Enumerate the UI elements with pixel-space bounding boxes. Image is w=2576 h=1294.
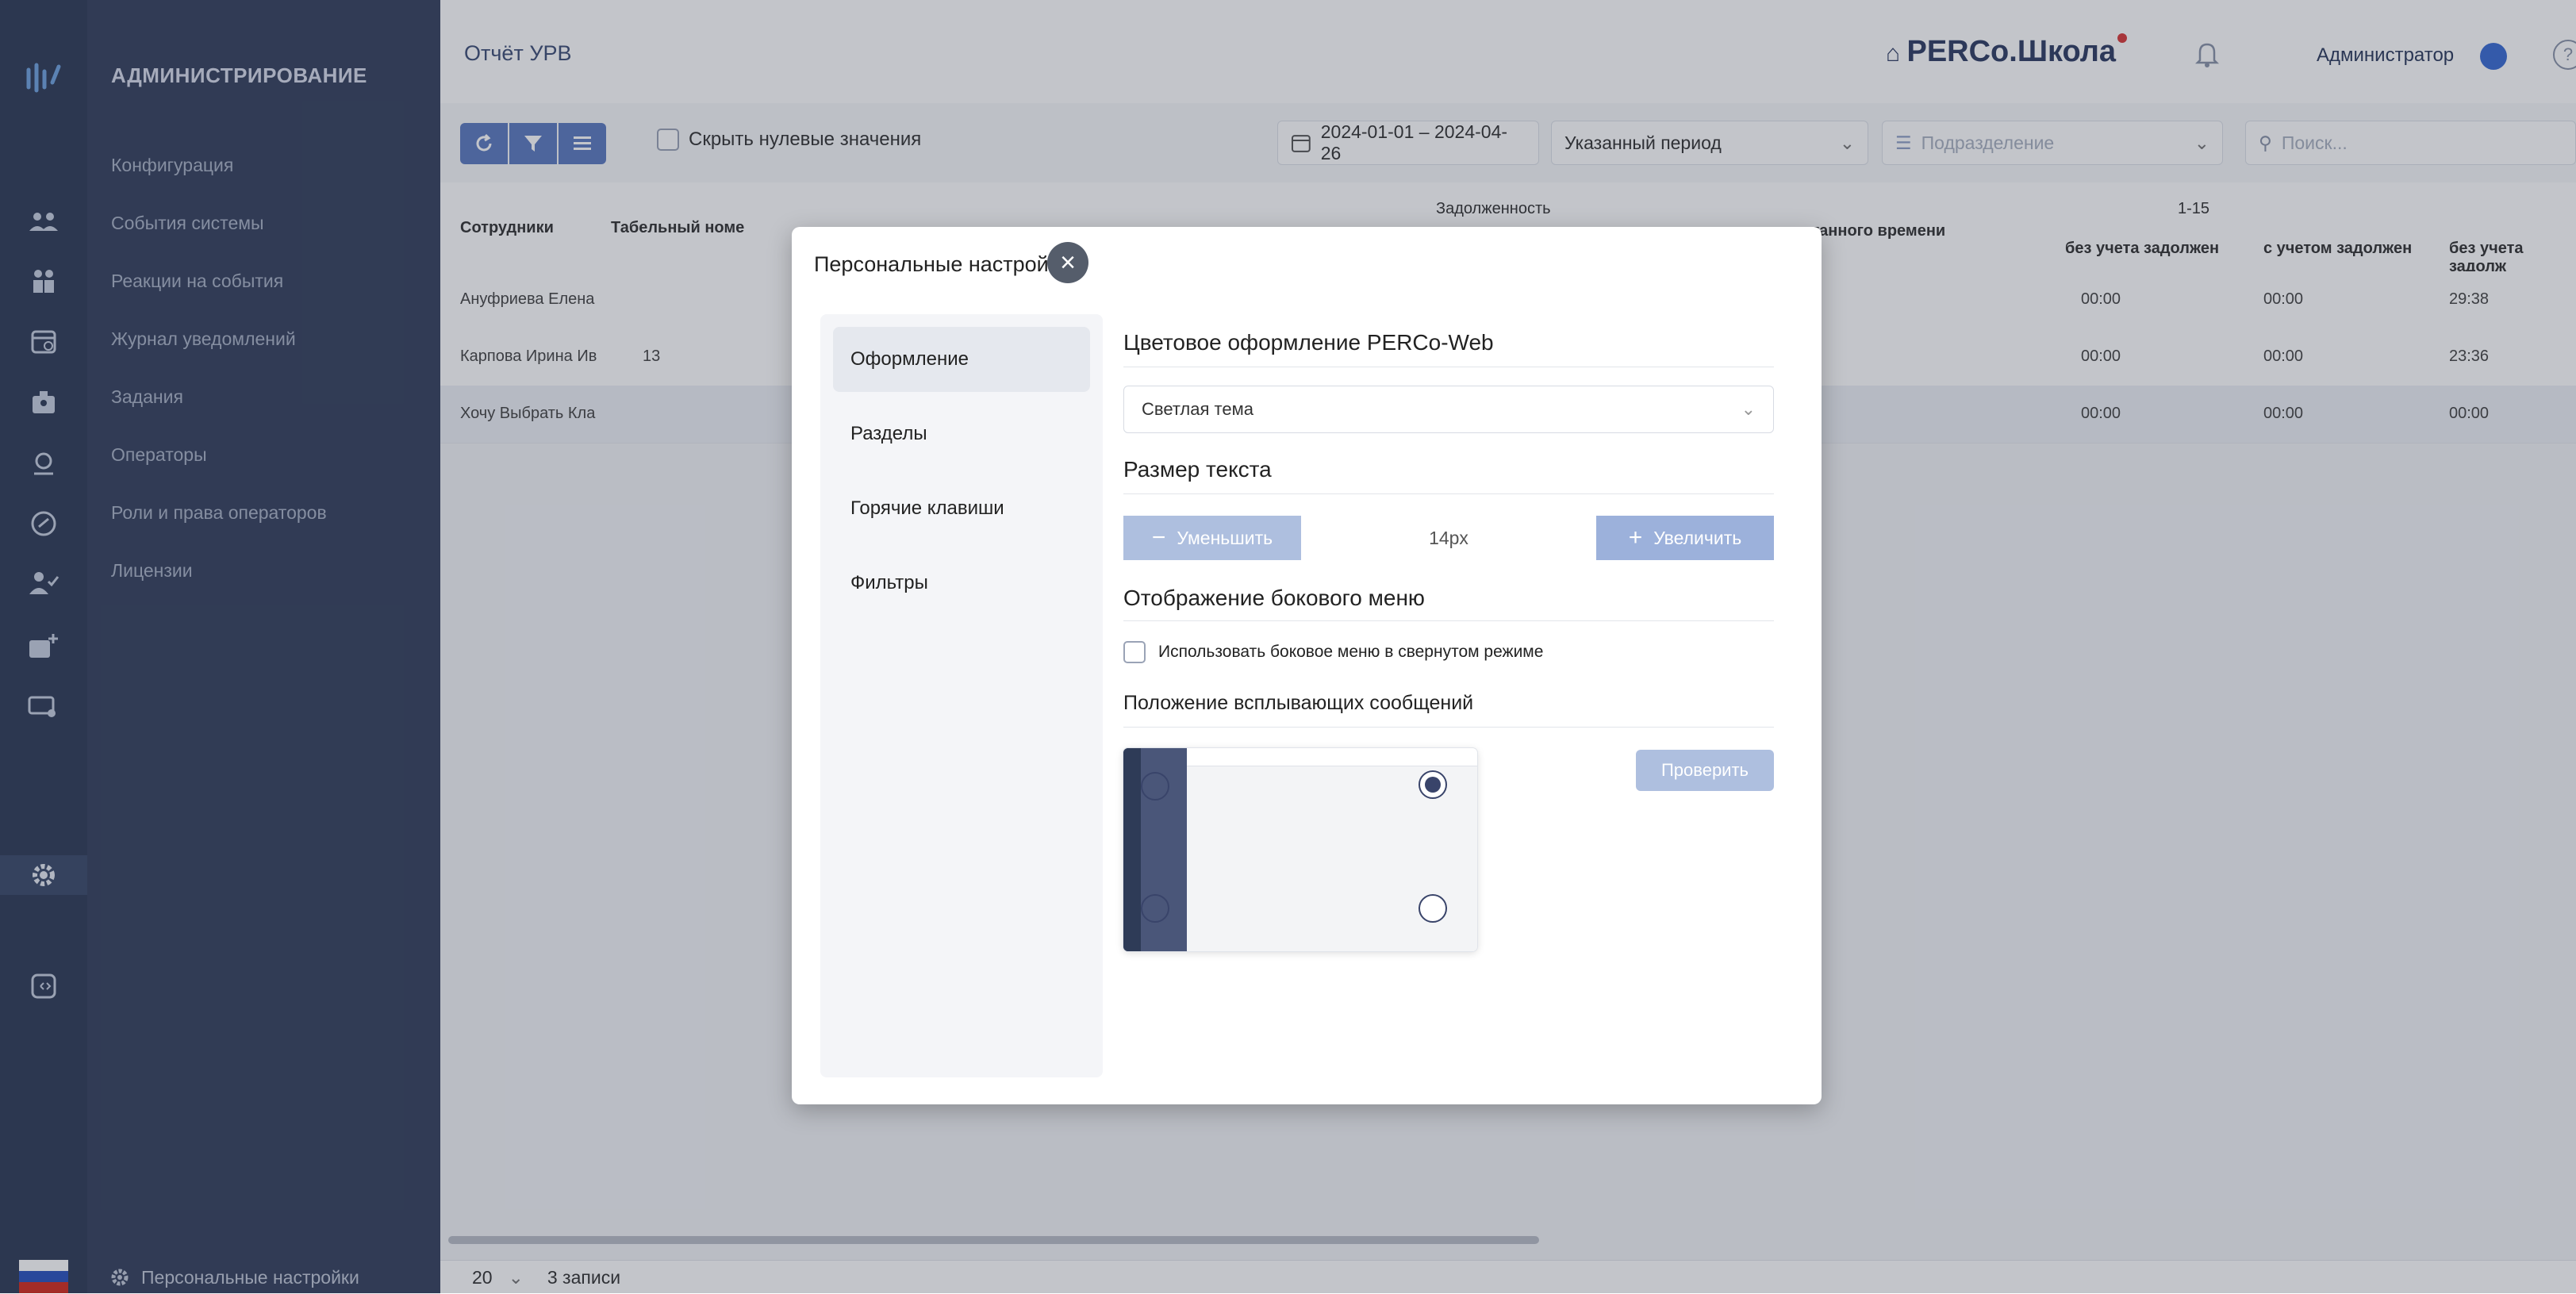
collapsed-menu-label: Использовать боковое меню в свернутом ре… — [1158, 643, 1544, 661]
theme-value: Светлая тема — [1142, 399, 1253, 419]
theme-select[interactable]: Светлая тема ⌄ — [1123, 386, 1774, 433]
position-radio-top-right[interactable] — [1419, 770, 1447, 799]
decrease-text-button[interactable]: − Уменьшить — [1123, 516, 1301, 560]
settings-nav-hotkeys[interactable]: Горячие клавиши — [833, 476, 1090, 541]
settings-nav-appearance[interactable]: Оформление — [833, 327, 1090, 392]
position-radio-top-left[interactable] — [1141, 772, 1169, 801]
increase-text-button[interactable]: + Увеличить — [1596, 516, 1774, 560]
side-menu-section-title: Отображение бокового меню — [1123, 586, 1425, 610]
popup-position-preview — [1123, 748, 1477, 951]
check-popup-button[interactable]: Проверить — [1636, 750, 1774, 791]
increase-label: Увеличить — [1653, 527, 1742, 548]
collapsed-menu-checkbox[interactable] — [1123, 641, 1146, 663]
plus-icon: + — [1628, 524, 1643, 551]
close-icon[interactable]: × — [1047, 242, 1088, 283]
preview-rail — [1123, 748, 1141, 951]
divider — [1123, 493, 1774, 494]
text-size-section-title: Размер текста — [1123, 457, 1272, 482]
dialog-title: Персональные настройки — [814, 252, 1070, 276]
position-radio-bottom-left[interactable] — [1141, 894, 1169, 923]
text-size-value: 14px — [1301, 516, 1596, 560]
divider — [1123, 620, 1774, 621]
settings-nav-sections[interactable]: Разделы — [833, 401, 1090, 467]
decrease-label: Уменьшить — [1177, 527, 1273, 548]
settings-nav-filters[interactable]: Фильтры — [833, 551, 1090, 616]
chevron-down-icon: ⌄ — [1741, 399, 1756, 419]
popup-position-section-title: Положение всплывающих сообщений — [1123, 692, 1474, 714]
theme-section-title: Цветовое оформление PERCo-Web — [1123, 330, 1494, 355]
text-size-stepper: − Уменьшить 14px + Увеличить — [1123, 516, 1774, 560]
settings-nav: Оформление Разделы Горячие клавиши Фильт… — [820, 314, 1103, 1077]
personal-settings-dialog: Персональные настройки Оформление Раздел… — [792, 227, 1822, 1104]
minus-icon: − — [1151, 524, 1166, 551]
collapsed-menu-option[interactable]: Использовать боковое меню в свернутом ре… — [1123, 641, 1543, 663]
divider — [1123, 727, 1774, 728]
position-radio-bottom-right[interactable] — [1419, 894, 1447, 923]
